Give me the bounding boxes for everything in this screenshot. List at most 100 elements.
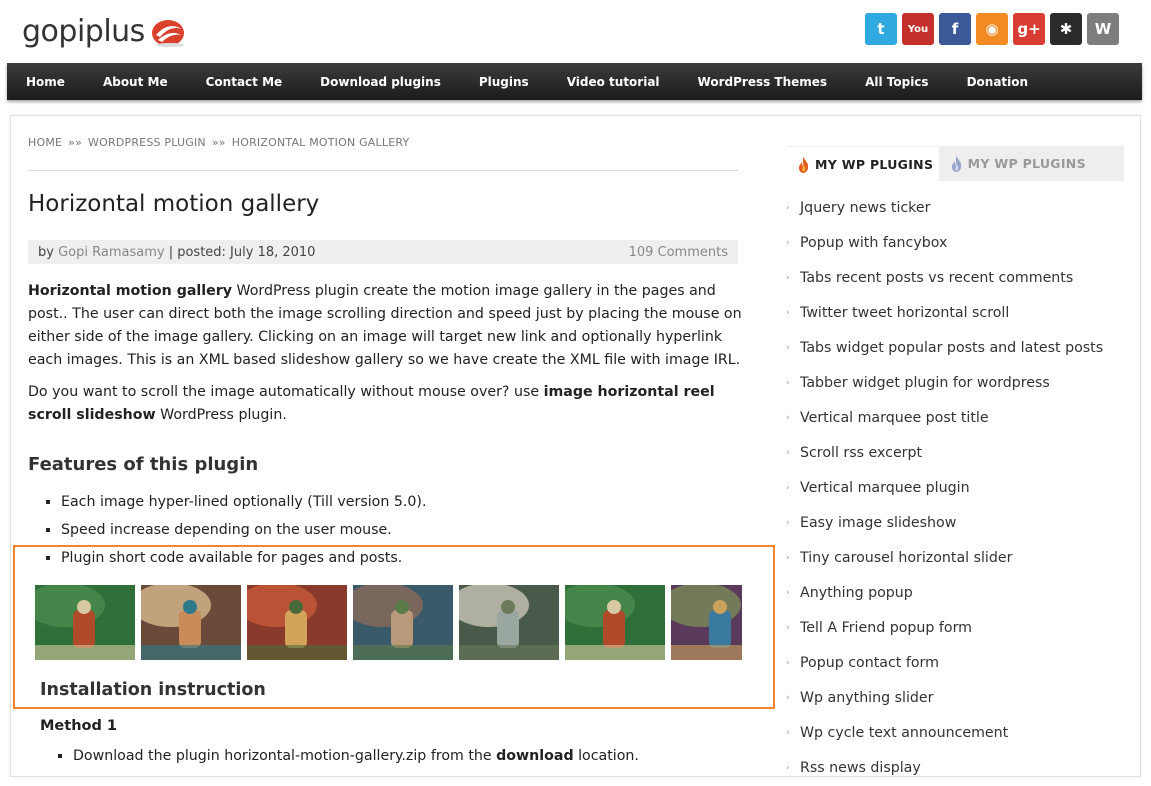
sidebar-plugin-link[interactable]: › Tabs recent posts vs recent comments (786, 261, 1103, 296)
rss-icon[interactable]: ◉ (976, 13, 1008, 45)
logo-swirl-icon (151, 19, 184, 47)
author-link[interactable]: Gopi Ramasamy (58, 245, 164, 260)
install-end: location. (573, 748, 639, 764)
sidebar-plugin-link[interactable]: › Tabs widget popular posts and latest po… (786, 331, 1103, 366)
breadcrumb-sep: »» (211, 136, 226, 149)
sidebar-plugin-label: Wp cycle text announcement (800, 725, 1009, 741)
breadcrumb-sep: »» (68, 136, 83, 149)
install-list: Download the plugin horizontal-motion-ga… (40, 748, 639, 764)
scroll-text: Do you want to scroll the image automati… (28, 384, 544, 400)
sidebar-plugin-label: Twitter tweet horizontal scroll (800, 305, 1010, 321)
tab-my-wp-plugins-alt[interactable]: MY WP PLUGINS (939, 146, 1124, 181)
main-nav: Home About Me Contact Me Download plugins Pl… (7, 63, 1142, 100)
gallery-image[interactable] (671, 585, 742, 660)
sidebar-plugin-label: Tiny carousel horizontal slider (800, 550, 1013, 566)
logo-text: gopiplus (22, 14, 145, 49)
sidebar-plugin-link[interactable]: › Scroll rss excerpt (786, 436, 1103, 471)
sidebar-plugin-link[interactable]: › Tabber widget plugin for wordpress (786, 366, 1103, 401)
gallery-image[interactable] (353, 585, 453, 660)
sidebar-plugin-label: Wp anything slider (800, 690, 934, 706)
intro-paragraph: Horizontal motion gallery WordPress plug… (28, 280, 744, 372)
chevron-right-icon: › (786, 308, 790, 318)
youtube-icon[interactable]: You (902, 13, 934, 45)
sidebar-plugin-label: Scroll rss excerpt (800, 445, 923, 461)
breadcrumb-home[interactable]: HOME (28, 136, 62, 149)
nav-item[interactable]: Home (26, 75, 65, 89)
feature-item: Speed increase depending on the user mou… (61, 518, 426, 546)
breadcrumb-current: HORIZONTAL MOTION GALLERY (231, 136, 410, 149)
posted-date: | posted: July 18, 2010 (168, 244, 316, 260)
tab-label: MY WP PLUGINS (815, 157, 934, 172)
sidebar-plugin-link[interactable]: › Wp cycle text announcement (786, 716, 1103, 751)
chevron-right-icon: › (786, 763, 790, 773)
tab-label: MY WP PLUGINS (967, 156, 1086, 171)
nav-item[interactable]: Contact Me (206, 75, 283, 89)
sidebar-plugin-link[interactable]: › Popup contact form (786, 646, 1103, 681)
method-heading: Method 1 (40, 718, 117, 734)
comments-link[interactable]: 109 Comments (629, 245, 738, 260)
sidebar-plugin-link[interactable]: › Wp anything slider (786, 681, 1103, 716)
sidebar-tabs: MY WP PLUGINS MY WP PLUGINS (786, 146, 1124, 182)
sidebar-plugin-label: Tabber widget plugin for wordpress (800, 375, 1050, 391)
scroll-paragraph: Do you want to scroll the image automati… (28, 381, 744, 427)
list-item: Download the plugin horizontal-motion-ga… (73, 748, 639, 764)
nav-item[interactable]: Plugins (479, 75, 529, 89)
nav-item[interactable]: Donation (967, 75, 1028, 89)
joomla-icon[interactable]: ✱ (1050, 13, 1082, 45)
sidebar-plugin-list: › Jquery news ticker › Popup with fancybox ›… (786, 191, 1103, 786)
nav-item[interactable]: Download plugins (320, 75, 441, 89)
twitter-icon[interactable]: t (865, 13, 897, 45)
chevron-right-icon: › (786, 658, 790, 668)
nav-item[interactable]: All Topics (865, 75, 929, 89)
sidebar-plugin-label: Popup with fancybox (800, 235, 948, 251)
sidebar-plugin-link[interactable]: › Easy image slideshow (786, 506, 1103, 541)
nav-item[interactable]: About Me (103, 75, 168, 89)
page-title: Horizontal motion gallery (28, 191, 320, 217)
sidebar-plugin-link[interactable]: › Rss news display (786, 751, 1103, 786)
wordpress-icon[interactable]: W (1087, 13, 1119, 45)
chevron-right-icon: › (786, 238, 790, 248)
chevron-right-icon: › (786, 273, 790, 283)
nav-item[interactable]: WordPress Themes (698, 75, 828, 89)
chevron-right-icon: › (786, 378, 790, 388)
site-logo[interactable]: gopiplus (22, 14, 188, 49)
feature-item: Each image hyper-lined optionally (Till … (61, 490, 426, 518)
chevron-right-icon: › (786, 518, 790, 528)
breadcrumb: HOME »» WORDPRESS PLUGIN »» HORIZONTAL MOTIO… (28, 136, 409, 149)
social-icons: t You f ◉ g+ ✱ W (865, 13, 1119, 45)
sidebar-plugin-link[interactable]: › Twitter tweet horizontal scroll (786, 296, 1103, 331)
gallery-image[interactable] (141, 585, 241, 660)
sidebar-plugin-label: Tabs recent posts vs recent comments (800, 270, 1074, 286)
tab-my-wp-plugins[interactable]: MY WP PLUGINS (786, 146, 939, 182)
divider (28, 170, 738, 171)
chevron-right-icon: › (786, 203, 790, 213)
chevron-right-icon: › (786, 553, 790, 563)
chevron-right-icon: › (786, 483, 790, 493)
scroll-text-end: WordPress plugin. (155, 407, 287, 423)
nav-item[interactable]: Video tutorial (567, 75, 660, 89)
sidebar-plugin-link[interactable]: › Popup with fancybox (786, 226, 1103, 261)
download-link[interactable]: download (496, 748, 573, 764)
google-plus-icon[interactable]: g+ (1013, 13, 1045, 45)
sidebar-plugin-link[interactable]: › Anything popup (786, 576, 1103, 611)
breadcrumb-section[interactable]: WORDPRESS PLUGIN (88, 136, 206, 149)
sidebar-plugin-label: Popup contact form (800, 655, 939, 671)
chevron-right-icon: › (786, 448, 790, 458)
sidebar-plugin-link[interactable]: › Vertical marquee post title (786, 401, 1103, 436)
sidebar-plugin-link[interactable]: › Tiny carousel horizontal slider (786, 541, 1103, 576)
facebook-icon[interactable]: f (939, 13, 971, 45)
gallery-image[interactable] (35, 585, 135, 660)
chevron-right-icon: › (786, 693, 790, 703)
gallery-image[interactable] (565, 585, 665, 660)
install-heading: Installation instruction (40, 680, 266, 700)
sidebar-plugin-link[interactable]: › Tell A Friend popup form (786, 611, 1103, 646)
chevron-right-icon: › (786, 588, 790, 598)
gallery-image[interactable] (459, 585, 559, 660)
motion-gallery[interactable] (35, 585, 742, 660)
sidebar-plugin-link[interactable]: › Vertical marquee plugin (786, 471, 1103, 506)
intro-bold: Horizontal motion gallery (28, 283, 233, 299)
post-meta: by Gopi Ramasamy | posted: July 18, 2010… (28, 240, 738, 264)
features-heading: Features of this plugin (28, 454, 259, 475)
gallery-image[interactable] (247, 585, 347, 660)
sidebar-plugin-link[interactable]: › Jquery news ticker (786, 191, 1103, 226)
